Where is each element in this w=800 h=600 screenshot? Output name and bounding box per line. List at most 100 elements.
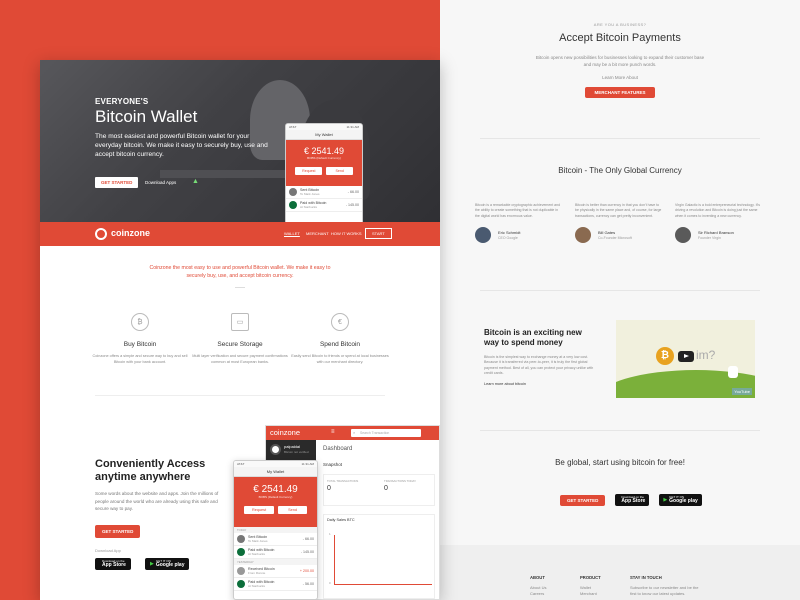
play-icon[interactable] xyxy=(678,351,694,362)
phone-txn[interactable]: Received Bitcoin From Ronnie + 200.00 xyxy=(234,565,317,578)
menu-icon[interactable]: ≡ xyxy=(331,429,335,435)
global-title-text: Bitcoin - The Only Global Currency xyxy=(558,166,682,175)
feature-desc: Coinzone offers a simple and secure way … xyxy=(92,354,188,365)
divider xyxy=(95,395,385,396)
business-title: Accept Bitcoin Payments xyxy=(559,32,681,44)
nav-wallet[interactable]: WALLET xyxy=(284,231,300,236)
phone-title: My Wallet xyxy=(286,130,362,140)
chart-title: Daily Sales BTC xyxy=(327,518,355,522)
footer-col-contact: STAY IN TOUCH Subscribe to our newslette… xyxy=(630,575,720,597)
user-name: palpaldal xyxy=(284,444,301,449)
phone-txn[interactable]: Sent Bitcoin To Mark Jones - 66.00 xyxy=(286,186,362,199)
txn-amount: - 145.00 xyxy=(345,203,359,207)
avatar[interactable] xyxy=(270,444,281,455)
footer-link[interactable]: Merchant xyxy=(580,591,601,597)
chart-axis-x xyxy=(334,584,432,585)
phone-time: 11:31 AM xyxy=(346,125,359,129)
nav-merchant[interactable]: MERCHANT xyxy=(306,231,329,236)
testimonial: Bitcoin is a remarkable cryptographic ac… xyxy=(475,203,563,244)
merchant-features-button[interactable]: MERCHANT FEATURES xyxy=(584,87,656,99)
phone-txn[interactable]: Paid with Bitcoin At Starbucks - 56.00 xyxy=(234,578,317,591)
testimonial-quote: Bitcoin is a remarkable cryptographic ac… xyxy=(475,203,561,218)
avatar xyxy=(675,227,691,244)
phone-request-button[interactable]: Request xyxy=(243,506,275,514)
learn-bitcoin-link[interactable]: Learn more about bitcoin xyxy=(484,382,594,386)
nav-start-button[interactable]: START xyxy=(365,228,392,239)
stat-label: TRANSACTIONS TODAY xyxy=(384,479,417,483)
phone-txn[interactable]: Sent Bitcoin To Mark Jones - 66.00 xyxy=(234,533,317,546)
access-google-play-button[interactable]: ▶ GET IT ON Google play xyxy=(145,558,190,570)
hero-get-started-button[interactable]: GET STARTED xyxy=(95,177,139,188)
google-play-label: Google play xyxy=(155,562,185,568)
phone-request-button[interactable]: Request xyxy=(295,167,323,175)
dashboard-header: coinzone ≡ ⌕ Search Transaction xyxy=(266,426,439,440)
google-play-button[interactable]: ▶ GET IT ON Google play xyxy=(659,494,702,506)
txn-amount: - 66.00 xyxy=(347,190,359,194)
feature-title: Secure Storage xyxy=(217,341,263,348)
avatar xyxy=(237,548,245,556)
access-app-store-button[interactable]: Download on the App Store xyxy=(95,558,131,570)
phone-txn[interactable]: Paid with Bitcoin At Starbucks - 145.00 xyxy=(234,546,317,559)
stat-value: 0 xyxy=(384,485,388,492)
exciting-section: Bitcoin is an exciting new way to spend … xyxy=(484,328,594,386)
txn-who: From Ronnie xyxy=(248,571,266,575)
txn-amount: - 56.00 xyxy=(302,582,314,586)
footer-col-product: PRODUCT Wallet Merchant xyxy=(580,575,601,597)
dashboard-brand[interactable]: coinzone xyxy=(270,428,300,437)
phone-title: My Wallet xyxy=(234,467,317,477)
footer-col-title: PRODUCT xyxy=(580,575,601,580)
search-input[interactable]: ⌕ Search Transaction xyxy=(351,429,421,437)
phone-txn[interactable]: Paid with Bitcoin At Starbucks - 145.00 xyxy=(286,199,362,212)
hero-download-label: Download Apps xyxy=(145,180,177,185)
exciting-title-2: way to spend money xyxy=(484,338,563,348)
phone-balance: € 2541.49 xyxy=(253,484,298,495)
access-get-started-button[interactable]: GET STARTED xyxy=(95,525,141,538)
app-store-button[interactable]: Download on the App Store xyxy=(615,494,650,506)
txn-who: To Mark Jones xyxy=(248,539,268,543)
play-store-icon: ▶ xyxy=(150,561,154,567)
nav-how-it-works[interactable]: HOW IT WORKS xyxy=(331,231,362,236)
testimonial-name: Eric Schmidt xyxy=(498,230,521,236)
right-panel: ARE YOU A BUSINESS? Accept Bitcoin Payme… xyxy=(440,0,800,600)
sales-chart-panel: Daily Sales BTC 1 0 xyxy=(323,514,435,599)
llama-icon xyxy=(728,366,738,378)
testimonial-name: Sir Richard Branson xyxy=(698,230,734,236)
brand-logo[interactable]: coinzone xyxy=(111,228,150,238)
cta-title: Be global, start using bitcoin for free! xyxy=(555,458,685,467)
business-learn-link[interactable]: Learn More About xyxy=(440,75,800,82)
cta-get-started-button[interactable]: GET STARTED xyxy=(560,494,606,506)
axis-label: 0 xyxy=(329,581,331,585)
bitcoin-coin-icon: ₿ xyxy=(656,347,674,365)
footer-col-title: STAY IN TOUCH xyxy=(630,575,662,580)
txn-who: At Starbucks xyxy=(300,205,318,209)
footer-link[interactable]: Careers xyxy=(530,591,546,597)
divider xyxy=(480,138,760,139)
testimonial-quote: Virgin Galactic is a bold entrepreneuria… xyxy=(675,203,760,218)
search-placeholder: Search Transaction xyxy=(360,430,390,435)
divider xyxy=(235,287,245,288)
coinzone-logo-icon[interactable] xyxy=(95,228,107,240)
hero-title: Bitcoin Wallet xyxy=(95,107,198,126)
video-player[interactable]: ₿ im? YouTube xyxy=(616,320,755,398)
phone-send-button[interactable]: Send xyxy=(278,506,308,514)
phone-balance: € 2541.49 xyxy=(303,146,345,156)
search-icon: ⌕ xyxy=(353,430,356,435)
play-store-icon: ▶ xyxy=(663,497,668,503)
txn-amount: - 145.00 xyxy=(300,550,314,554)
wallet-icon: ▭ xyxy=(231,313,249,331)
testimonial-role: Founder Virgin xyxy=(698,236,721,241)
avatar xyxy=(237,535,245,543)
youtube-logo: YouTube xyxy=(732,388,752,395)
txn-amount: + 200.00 xyxy=(299,569,314,573)
testimonial-name: Bill Gates xyxy=(598,230,616,236)
snapshot-label: Snapshot xyxy=(323,462,343,467)
footer-col-title: ABOUT xyxy=(530,575,545,580)
footer-text: first to know our latest updates. xyxy=(630,591,686,596)
cta-section: Be global, start using bitcoin for free! xyxy=(440,458,800,467)
testimonial: Bitcoin is better than currency in that … xyxy=(575,203,663,244)
access-desc: Some words about the website and apps. J… xyxy=(95,491,219,511)
android-icon[interactable]: ▲ xyxy=(192,177,201,186)
txn-who: At Starbucks xyxy=(248,552,266,556)
access-download-label: Download App xyxy=(95,548,121,553)
phone-send-button[interactable]: Send xyxy=(326,167,353,175)
